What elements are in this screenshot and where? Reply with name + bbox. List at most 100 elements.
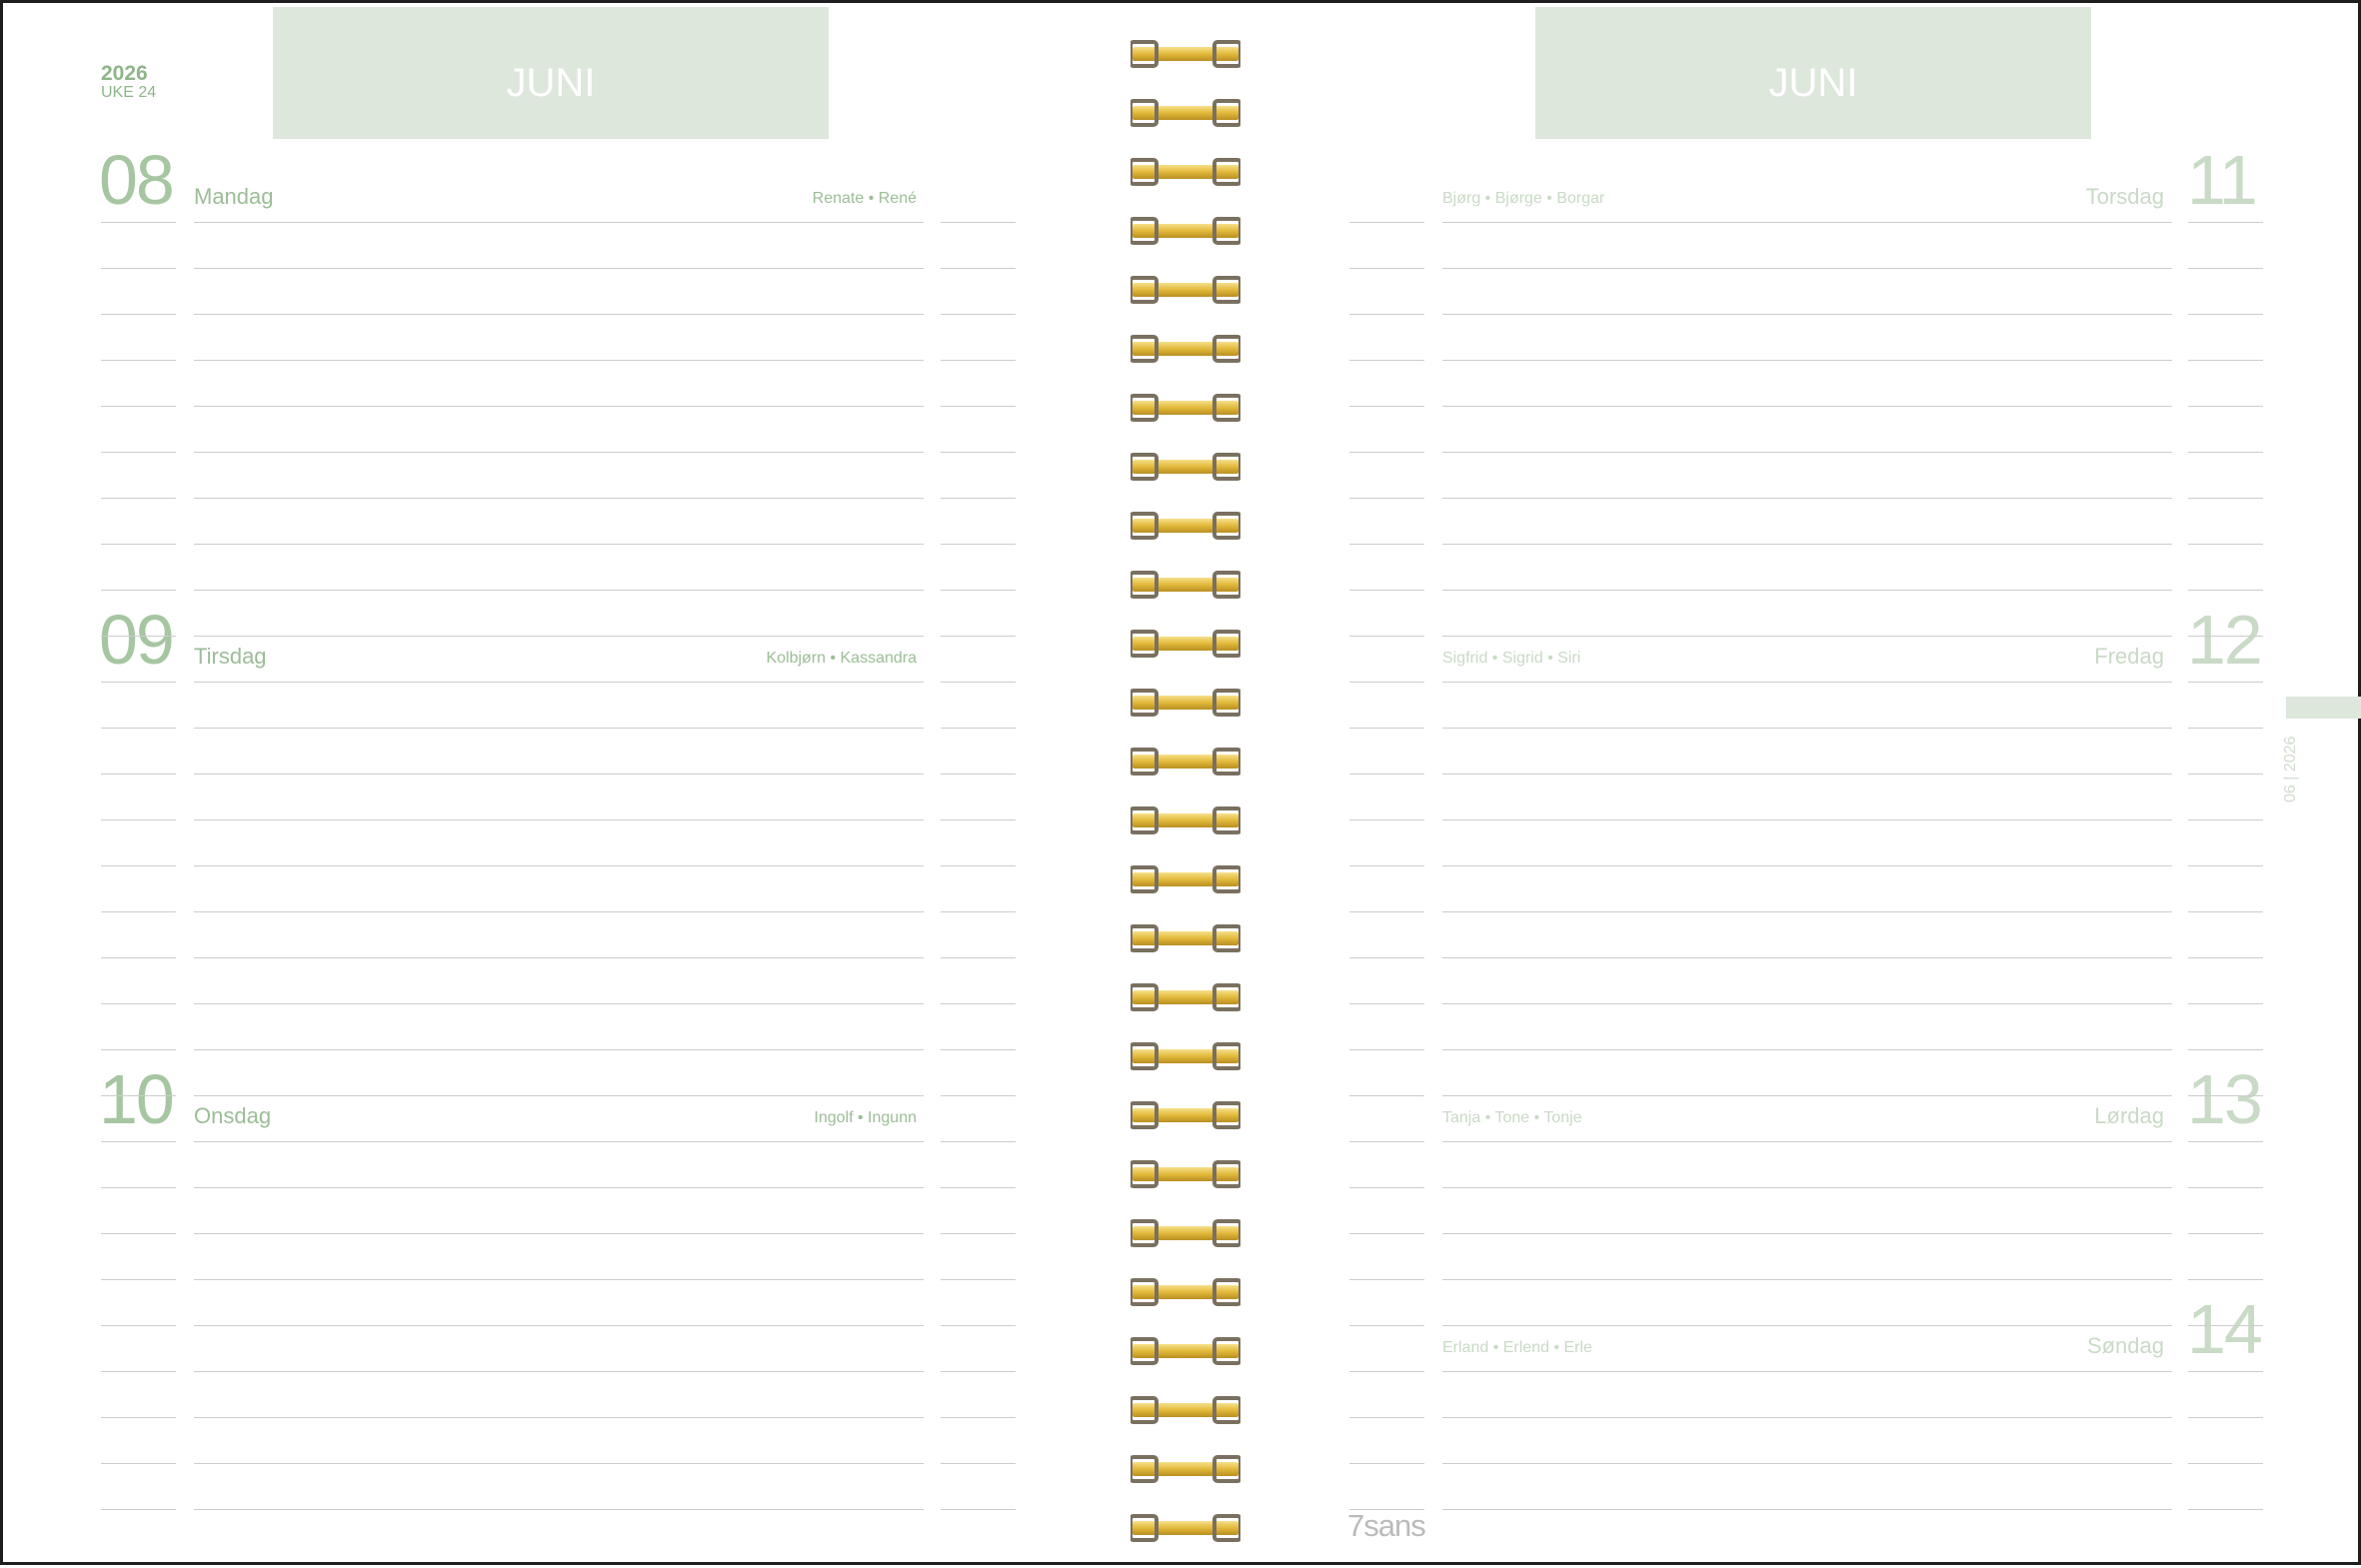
rule-line	[1442, 268, 2172, 269]
rule-line	[194, 728, 924, 729]
name-days-sunday: Erland • Erlend • Erle	[1442, 1339, 1592, 1356]
month-banner-right: JUNI	[1535, 7, 2091, 139]
rule-line	[941, 1049, 1016, 1050]
rule-line	[101, 360, 176, 361]
rule-line	[101, 1509, 176, 1510]
week-label: UKE 24	[101, 84, 157, 101]
rule-line	[941, 222, 1016, 223]
rule-line	[2188, 1049, 2263, 1050]
rule-line	[941, 544, 1016, 545]
rule-line	[194, 682, 924, 683]
rule-line	[2188, 1187, 2263, 1188]
rule-line	[194, 1417, 924, 1418]
spiral-binding	[1131, 40, 1240, 1542]
spiral-ring	[1131, 217, 1240, 245]
day-number-monday: 08	[99, 141, 175, 219]
rule-line	[1349, 636, 1424, 637]
rule-line	[1442, 314, 2172, 315]
rule-line	[941, 774, 1016, 775]
rule-line	[2188, 682, 2263, 683]
rule-line	[2188, 360, 2263, 361]
rule-line	[941, 728, 1016, 729]
rule-line	[194, 452, 924, 453]
rule-line	[1349, 1417, 1424, 1418]
rule-line	[101, 1003, 176, 1004]
rule-line	[101, 682, 176, 683]
rule-line	[194, 636, 924, 637]
rule-line	[2188, 957, 2263, 958]
rule-line	[2188, 1325, 2263, 1326]
rule-line	[1349, 957, 1424, 958]
rule-line	[2188, 498, 2263, 499]
rule-line	[101, 1095, 176, 1096]
rule-line	[1442, 590, 2172, 591]
day-number-tuesday: 09	[99, 601, 175, 679]
rule-line	[1349, 1003, 1424, 1004]
name-days-thursday: Bjørg • Bjørge • Borgar	[1442, 190, 1605, 207]
rule-line	[1349, 1049, 1424, 1050]
rule-line	[941, 682, 1016, 683]
rule-line	[2188, 222, 2263, 223]
rule-line	[1349, 590, 1424, 591]
planner-spread: 2026 UKE 24 JUNI 08 Mandag Renate • René…	[0, 0, 2361, 1565]
rule-line	[2188, 1463, 2263, 1464]
rule-line	[941, 498, 1016, 499]
weekday-tuesday: Tirsdag	[194, 644, 267, 669]
rule-line	[941, 636, 1016, 637]
rule-line	[1349, 314, 1424, 315]
rule-line	[101, 728, 176, 729]
spiral-ring	[1131, 1101, 1240, 1129]
rule-line	[194, 1371, 924, 1372]
rule-line	[1349, 728, 1424, 729]
month-tab	[2286, 697, 2361, 719]
rule-line	[941, 1141, 1016, 1142]
rule-line	[1442, 1003, 2172, 1004]
rule-line	[941, 590, 1016, 591]
rule-line	[101, 1371, 176, 1372]
day-number-sunday: 14	[2187, 1290, 2263, 1368]
spiral-ring	[1131, 748, 1240, 776]
rule-line	[194, 1003, 924, 1004]
spiral-ring	[1131, 630, 1240, 658]
rule-line	[1349, 682, 1424, 683]
rule-line	[941, 865, 1016, 866]
rule-line	[2188, 1417, 2263, 1418]
rule-line	[1349, 865, 1424, 866]
rule-line	[1442, 774, 2172, 775]
rule-line	[194, 1141, 924, 1142]
rule-line	[194, 819, 924, 820]
rule-line	[1442, 222, 2172, 223]
rule-line	[1349, 406, 1424, 407]
rule-line	[194, 1463, 924, 1464]
spiral-ring	[1131, 806, 1240, 834]
spiral-ring	[1131, 276, 1240, 304]
month-banner-left: JUNI	[273, 7, 829, 139]
rule-line	[2188, 1141, 2263, 1142]
name-days-saturday: Tanja • Tone • Tonje	[1442, 1109, 1582, 1126]
rule-line	[1349, 774, 1424, 775]
rule-line	[101, 1463, 176, 1464]
rule-line	[1442, 1509, 2172, 1510]
rule-line	[941, 1463, 1016, 1464]
rule-line	[2188, 1371, 2263, 1372]
rule-line	[1442, 911, 2172, 912]
spiral-ring	[1131, 335, 1240, 363]
rule-line	[101, 498, 176, 499]
rule-line	[941, 1325, 1016, 1326]
rule-line	[1349, 360, 1424, 361]
rule-line	[2188, 1233, 2263, 1234]
rule-line	[2188, 774, 2263, 775]
rule-line	[194, 406, 924, 407]
spiral-ring	[1131, 1042, 1240, 1070]
rule-line	[1442, 1417, 2172, 1418]
rule-line	[1349, 1463, 1424, 1464]
spiral-ring	[1131, 689, 1240, 717]
year-week-block: 2026 UKE 24	[101, 63, 156, 101]
spiral-ring	[1131, 99, 1240, 127]
rule-line	[941, 1095, 1016, 1096]
rule-line	[101, 314, 176, 315]
spiral-ring	[1131, 983, 1240, 1011]
rule-line	[101, 774, 176, 775]
rule-line	[941, 314, 1016, 315]
rule-line	[1442, 728, 2172, 729]
